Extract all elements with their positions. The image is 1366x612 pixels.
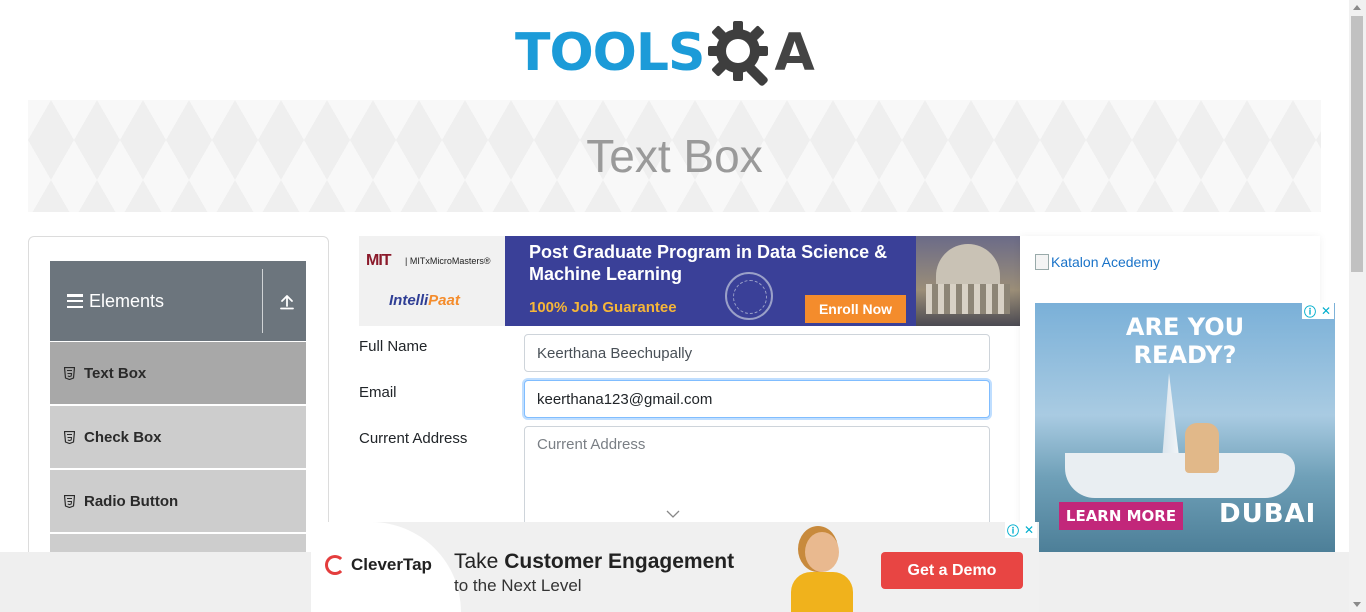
katalon-acedemy-link[interactable]: Katalon Acedemy (1035, 254, 1160, 270)
katalon-alt-text: Katalon Acedemy (1051, 254, 1160, 270)
gear-icon (708, 21, 769, 86)
header-divider (262, 269, 263, 333)
ad-logos: MIT | MITxMicroMasters® IntelliPaat (359, 236, 505, 326)
clevertap-ad[interactable]: CleverTap Take Customer Engagement to th… (311, 522, 1039, 612)
mit-dome-image (916, 236, 1020, 326)
clevertap-mark-icon (325, 555, 345, 575)
sidebar-item-text-box[interactable]: Text Box (50, 342, 306, 404)
adchoices-icon[interactable]: ⓘ (1302, 303, 1318, 319)
intellipaat-logo-b: Paat (428, 292, 460, 309)
woman-with-phone-image (787, 528, 857, 612)
sidebar-group-header-elements[interactable]: Elements (50, 261, 306, 341)
upload-icon[interactable] (278, 293, 296, 311)
clevertap-ad-badges: ⓘ ✕ (1005, 522, 1037, 538)
sidebar-menu-list: Text Box Check Box Radio Button (50, 342, 306, 565)
clevertap-headline-bold: Customer Engagement (504, 550, 735, 573)
scroll-down-icon[interactable] (1353, 602, 1361, 607)
sidebar-item-check-box[interactable]: Check Box (50, 406, 306, 468)
ad-headline: Post Graduate Program in Data Science & … (529, 242, 888, 284)
full-name-label: Full Name (359, 338, 428, 355)
dubai-brand: DUBAI (1219, 499, 1317, 529)
get-a-demo-button[interactable]: Get a Demo (881, 552, 1023, 589)
clevertap-headline: Take Customer Engagement (454, 550, 734, 574)
page-banner: Text Box (28, 100, 1321, 212)
clevertap-take: Take (454, 550, 499, 573)
intellipaat-ad[interactable]: MIT | MITxMicroMasters® IntelliPaat Post… (359, 236, 1020, 326)
dubai-ad[interactable]: ARE YOU READY? LEARN MORE DUBAI (1035, 303, 1335, 552)
sidebar-item-label: Radio Button (84, 492, 179, 510)
html5-icon (64, 494, 75, 508)
email-label: Email (359, 384, 397, 401)
scroll-up-icon[interactable] (1353, 5, 1361, 10)
sidebar-item-label: Check Box (84, 428, 162, 446)
email-input[interactable] (524, 380, 990, 418)
adchoices-icon[interactable]: ⓘ (1005, 522, 1021, 538)
logo-a-text: A (774, 23, 815, 83)
page-scrollbar[interactable] (1349, 0, 1366, 612)
scrollbar-thumb[interactable] (1351, 16, 1363, 272)
sidebar-group-title: Elements (89, 290, 165, 311)
sidebar-item-radio-button[interactable]: Radio Button (50, 470, 306, 532)
close-icon[interactable]: ✕ (1021, 522, 1037, 538)
magnifier-icon (746, 64, 769, 86)
mit-logo: MIT (366, 252, 392, 269)
dubai-ad-badges: ⓘ ✕ (1302, 303, 1334, 319)
guarantee-stamp-icon (725, 272, 773, 320)
chevron-down-icon (666, 510, 680, 518)
page-title: Text Box (586, 130, 763, 182)
learn-more-button[interactable]: LEARN MORE (1059, 502, 1183, 530)
intellipaat-logo: IntelliPaat (389, 292, 460, 309)
html5-icon (64, 366, 75, 380)
enroll-now-button[interactable]: Enroll Now (805, 295, 906, 323)
clevertap-subline: to the Next Level (454, 576, 582, 595)
html5-icon (64, 430, 75, 444)
current-address-label: Current Address (359, 430, 468, 447)
close-icon[interactable]: ✕ (1318, 303, 1334, 319)
sidebar-item-label: Text Box (84, 364, 147, 382)
broken-image-icon (1035, 254, 1049, 270)
full-name-input[interactable] (524, 334, 990, 372)
current-address-textarea[interactable] (524, 426, 990, 536)
hamburger-icon (67, 294, 83, 308)
clevertap-logo: CleverTap (325, 555, 432, 575)
intellipaat-logo-a: Intelli (389, 292, 429, 309)
mitx-text: | MITxMicroMasters® (405, 256, 491, 266)
logo-tools-text: TOOLS (515, 23, 705, 83)
sidebar-panel: Elements Text Box Check Box Radio Button (28, 236, 329, 566)
logo-q-mark: A (706, 17, 815, 89)
person-image (1185, 423, 1219, 473)
dubai-ad-headline: ARE YOU READY? (1125, 313, 1245, 369)
toolsqa-logo[interactable]: TOOLS A (515, 16, 815, 90)
ad-guarantee: 100% Job Guarantee (529, 299, 677, 316)
boat-image (1065, 453, 1295, 498)
clevertap-brand: CleverTap (351, 555, 432, 574)
